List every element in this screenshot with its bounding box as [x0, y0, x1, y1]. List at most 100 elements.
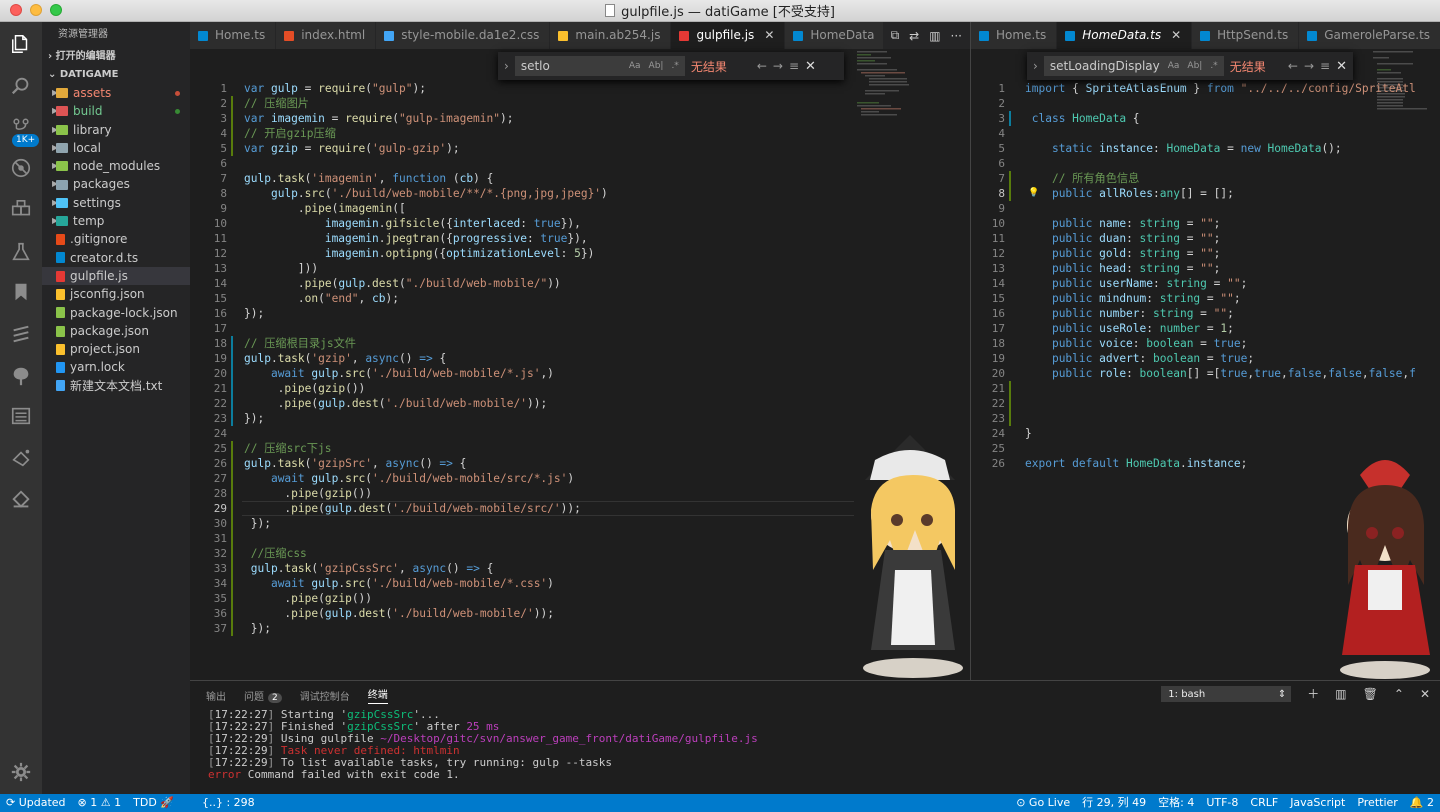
regex-icon[interactable]: .* — [1210, 56, 1217, 76]
list-icon[interactable] — [0, 396, 42, 436]
lightbulb-icon[interactable]: 💡 — [1028, 186, 1039, 201]
panel-tab-1[interactable]: 问题 2 — [244, 688, 282, 703]
status-left-3[interactable]: {..} : 298 — [196, 794, 261, 812]
tab-home-ts[interactable]: Home.ts — [190, 22, 277, 49]
tree-item-assets[interactable]: ▶ assets — [42, 84, 190, 102]
new-terminal-icon[interactable]: ＋ — [1307, 685, 1319, 702]
status-left-2[interactable]: TDD 🚀 — [127, 794, 180, 812]
explorer-icon[interactable] — [0, 24, 42, 64]
tree-item--gitignore[interactable]: .gitignore — [42, 230, 190, 248]
match-case-icon[interactable]: Aa — [1168, 56, 1180, 76]
tree-item-creator-d-ts[interactable]: creator.d.ts — [42, 249, 190, 267]
regex-icon[interactable]: .* — [671, 56, 678, 76]
minimize-window-button[interactable] — [30, 4, 42, 16]
source-control-icon[interactable]: 1K+ — [0, 108, 42, 148]
settings-gear-icon[interactable] — [0, 752, 42, 792]
next-match-icon[interactable]: → — [773, 59, 783, 73]
maximize-window-button[interactable] — [50, 4, 62, 16]
close-find-icon[interactable]: ✕ — [1336, 59, 1347, 74]
tab-main-ab254-js[interactable]: main.ab254.js — [550, 22, 672, 49]
match-word-icon[interactable]: Ab| — [1187, 56, 1202, 76]
split-terminal-icon[interactable]: ▥ — [1335, 687, 1346, 701]
panel-tab-2[interactable]: 调试控制台 — [300, 688, 350, 703]
status-right-6[interactable]: Prettier — [1351, 794, 1403, 812]
tree-item-library[interactable]: ▶ library — [42, 121, 190, 139]
status-right-1[interactable]: 行 29, 列 49 — [1076, 794, 1152, 812]
status-left-0[interactable]: ⟳ Updated — [0, 794, 72, 812]
status-right-7[interactable]: 🔔 2 — [1404, 794, 1440, 812]
deploy-icon[interactable] — [0, 480, 42, 520]
left-minimap[interactable] — [855, 49, 915, 129]
tab-index-html[interactable]: index.html — [276, 22, 377, 49]
status-right-3[interactable]: UTF-8 — [1200, 794, 1244, 812]
match-case-icon[interactable]: Aa — [629, 56, 641, 76]
find-in-selection-icon[interactable]: ≡ — [789, 59, 799, 73]
tree-item-package-json[interactable]: package.json — [42, 322, 190, 340]
match-word-icon[interactable]: Ab| — [649, 56, 664, 76]
tree-item--txt[interactable]: 新建文本文档.txt — [42, 377, 190, 395]
previous-match-icon[interactable]: ← — [757, 59, 767, 73]
more-actions-icon[interactable]: ··· — [951, 29, 962, 43]
tree-item-gulpfile-js[interactable]: gulpfile.js — [42, 266, 190, 286]
extensions-icon[interactable] — [0, 190, 42, 230]
find-in-selection-icon[interactable]: ≡ — [1320, 59, 1330, 73]
tab-httpsend-ts[interactable]: HttpSend.ts — [1192, 22, 1300, 49]
tree-item-build[interactable]: ▶ build — [42, 102, 190, 120]
test-icon[interactable] — [0, 232, 42, 272]
tree-item-package-lock-json[interactable]: package-lock.json — [42, 304, 190, 322]
status-right-2[interactable]: 空格: 4 — [1152, 794, 1200, 812]
search-icon[interactable] — [0, 66, 42, 106]
close-find-icon[interactable]: ✕ — [805, 59, 816, 74]
tree-item-local[interactable]: ▶ local — [42, 139, 190, 157]
status-left-1[interactable]: ⊗ 1 ⚠ 1 — [72, 794, 128, 812]
tab-homedata-ts[interactable]: HomeData.ts ✕ — [1057, 22, 1193, 49]
panel-tab-0[interactable]: 输出 — [206, 688, 226, 703]
tab-home-ts[interactable]: Home.ts — [971, 22, 1058, 49]
status-right-4[interactable]: CRLF — [1244, 794, 1284, 812]
tree-item-yarn-lock[interactable]: yarn.lock — [42, 358, 190, 376]
close-tab-icon[interactable]: ✕ — [1171, 22, 1181, 49]
kill-terminal-icon[interactable]: 🗑 — [1363, 687, 1378, 701]
open-changes-icon[interactable]: ⧉ — [891, 28, 900, 43]
next-match-icon[interactable]: → — [1304, 59, 1314, 73]
right-find-input[interactable]: setLoadingDisplay Aa Ab| .* — [1043, 56, 1224, 76]
close-tab-icon[interactable]: ✕ — [764, 22, 774, 49]
activity-bar: 1K+ — [0, 22, 42, 794]
open-editors-section[interactable]: › 打开的编辑器 — [42, 48, 190, 66]
split-editor-icon[interactable]: ▥ — [929, 29, 940, 43]
tree-item-settings[interactable]: ▶ settings — [42, 194, 190, 212]
line-number: 2 — [220, 97, 227, 110]
close-window-button[interactable] — [10, 4, 22, 16]
tree-item-node-modules[interactable]: ▶ node_modules — [42, 157, 190, 175]
tab-gulpfile-js[interactable]: gulpfile.js ✕ — [671, 22, 786, 49]
panel-tab-3[interactable]: 终端 — [367, 686, 388, 704]
status-right-5[interactable]: JavaScript — [1284, 794, 1351, 812]
tab-homedata[interactable]: HomeData — [785, 22, 886, 49]
debug-icon[interactable] — [0, 148, 42, 188]
terminal-selector[interactable]: 1: bash ⇕ — [1161, 685, 1292, 702]
close-panel-icon[interactable]: ✕ — [1420, 687, 1430, 701]
bookmark-icon[interactable] — [0, 272, 42, 312]
tree-item-label: 新建文本文档.txt — [70, 378, 163, 393]
terminal-output[interactable]: [17:22:27] Starting 'gzipCssSrc'... [17:2… — [190, 709, 1440, 781]
tab-gameroleparse-ts[interactable]: GameroleParse.ts — [1299, 22, 1440, 49]
project-section[interactable]: ⌄ DATIGAME — [42, 66, 190, 84]
gitlens-icon[interactable] — [0, 314, 42, 354]
toggle-replace-icon[interactable]: › — [1033, 59, 1038, 73]
toggle-replace-icon[interactable]: › — [504, 59, 509, 73]
code-line: //压缩css — [244, 547, 307, 560]
previous-match-icon[interactable]: ← — [1288, 59, 1298, 73]
maximize-panel-icon[interactable]: ⌃ — [1394, 687, 1404, 701]
tab-style-mobile-da1e2-css[interactable]: style-mobile.da1e2.css — [376, 22, 551, 49]
line-number: 36 — [213, 607, 227, 620]
tree-item-project-json[interactable]: project.json — [42, 340, 190, 358]
compare-icon[interactable]: ⇄ — [909, 29, 919, 43]
status-right-0[interactable]: ⊙ Go Live — [1010, 794, 1076, 812]
tree-icon[interactable] — [0, 356, 42, 396]
left-find-input[interactable]: setlo Aa Ab| .* — [514, 56, 685, 76]
tree-item-jsconfig-json[interactable]: jsconfig.json — [42, 285, 190, 303]
tree-item-temp[interactable]: ▶ temp — [42, 212, 190, 230]
tree-item-packages[interactable]: ▶ packages — [42, 175, 190, 193]
tree-item-label: .gitignore — [70, 232, 128, 247]
paint-icon[interactable] — [0, 438, 42, 478]
